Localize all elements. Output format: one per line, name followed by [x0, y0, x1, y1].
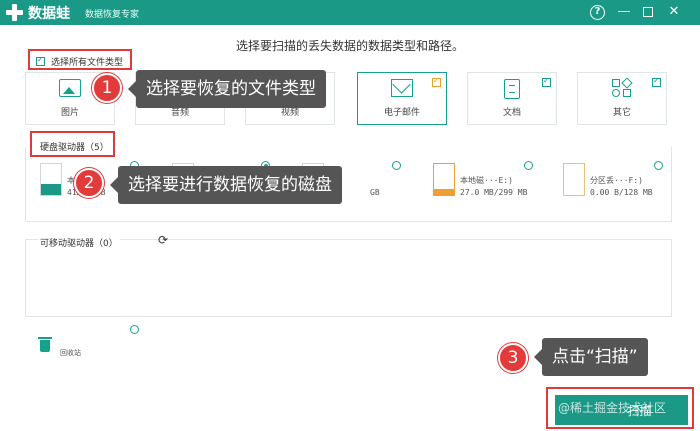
step-tip-1: 选择要恢复的文件类型: [128, 70, 326, 108]
picture-icon: [59, 79, 81, 97]
drive-f[interactable]: 分区丢···F:) 0.00 B/128 MB: [563, 163, 683, 208]
app-name: 数据蛙: [28, 6, 70, 22]
drive-e[interactable]: 本地磁···E:) 27.0 MB/299 MB: [433, 163, 553, 208]
refresh-icon[interactable]: ⟳: [158, 234, 170, 246]
maximize-icon: [643, 7, 653, 17]
app-subtitle: 数据恢复专家: [85, 10, 140, 20]
type-label: 文档: [502, 108, 521, 118]
app-logo-icon: [6, 4, 23, 21]
help-icon[interactable]: ?: [590, 5, 605, 20]
drive-size: GB: [370, 188, 380, 197]
documents-check-icon: [542, 76, 551, 87]
drive-radio[interactable]: [524, 161, 533, 170]
drive-name: 本地磁···E:): [460, 176, 513, 185]
close-button[interactable]: ✕: [664, 2, 684, 22]
type-card-documents[interactable]: 文档: [467, 72, 557, 125]
step-tip-2: 选择要进行数据恢复的磁盘: [110, 166, 342, 204]
trash-icon[interactable]: [38, 337, 52, 352]
drive-name: 分区丢···F:): [590, 176, 643, 185]
type-label: 电子邮件: [383, 108, 420, 118]
step-badge-1: 1: [92, 73, 122, 103]
type-label: 其它: [612, 108, 631, 118]
email-check-icon: [432, 76, 441, 87]
drive-icon: [40, 163, 62, 196]
recycle-bin-radio[interactable]: [130, 325, 139, 334]
type-card-other[interactable]: 其它: [577, 72, 667, 125]
grid-icon: [612, 77, 633, 97]
step-badge-2: 2: [74, 168, 104, 198]
drive-icon: [563, 163, 585, 196]
mail-icon: [391, 79, 413, 97]
minimize-button[interactable]: —: [614, 2, 634, 22]
maximize-button[interactable]: [638, 2, 658, 22]
drive-size: 27.0 MB/299 MB: [460, 188, 528, 197]
type-card-email[interactable]: 电子邮件: [357, 72, 447, 125]
drive-radio[interactable]: [654, 161, 663, 170]
type-label: 图片: [60, 108, 79, 118]
recycle-bin-label: 回收站: [60, 349, 81, 357]
removable-drive-title: 可移动驱动器（0）: [38, 236, 120, 249]
title-bar: 数据蛙 数据恢复专家 ? — ✕: [0, 0, 700, 25]
step-badge-3: 3: [498, 343, 528, 373]
highlight-scan-button: [546, 387, 694, 429]
other-check-icon: [652, 76, 661, 87]
highlight-select-all: [28, 49, 132, 70]
step-tip-3: 点击“扫描”: [534, 338, 648, 376]
drive-size: 0.00 B/128 MB: [590, 188, 653, 197]
highlight-hard-drives: [30, 131, 115, 157]
removable-drive-panel: [25, 239, 672, 317]
drive-radio[interactable]: [392, 161, 401, 170]
drive-icon: [433, 163, 455, 196]
document-icon: [504, 79, 520, 99]
